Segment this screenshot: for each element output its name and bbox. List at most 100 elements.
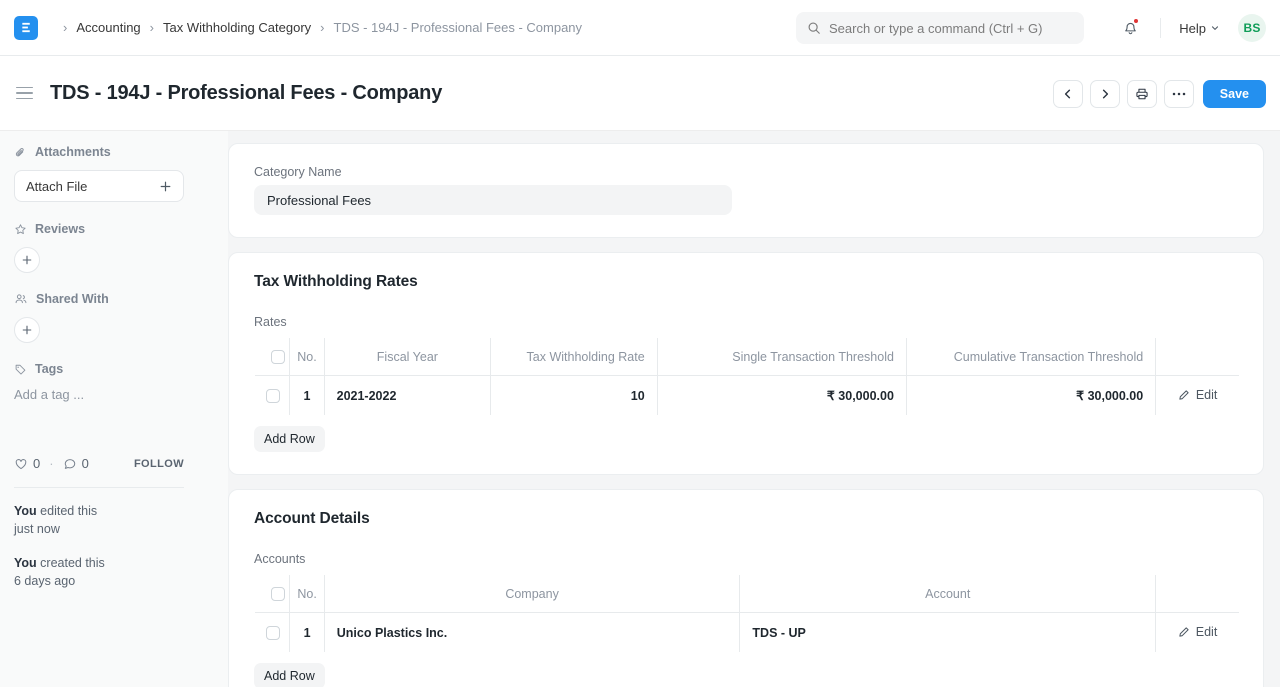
tax-withholding-rates-card: Tax Withholding Rates Rates No. Fiscal Y… [228,252,1264,475]
edit-row-button[interactable]: Edit [1178,624,1218,639]
social-bar: 0 · 0 FOLLOW [14,456,184,471]
cell-single-transaction-threshold[interactable]: ₹ 30,000.00 [657,375,907,415]
column-header-single-transaction-threshold: Single Transaction Threshold [657,338,907,376]
navbar-divider [1160,18,1162,38]
attachments-heading: Attachments [14,143,212,161]
table-row[interactable]: 1 Unico Plastics Inc. TDS - UP Edit [255,612,1239,653]
breadcrumb-item-accounting[interactable]: Accounting [76,20,140,35]
cell-tax-withholding-rate[interactable]: 10 [490,375,658,415]
breadcrumb: › Accounting › Tax Withholding Category … [54,20,582,35]
row-checkbox[interactable] [266,625,280,640]
tag-icon [14,363,27,376]
page-title: TDS - 194J - Professional Fees - Company [50,81,443,104]
edit-label: Edit [1195,624,1218,639]
help-menu-button[interactable]: Help [1175,17,1224,40]
row-select-cell [255,375,291,415]
next-document-button[interactable] [1089,79,1120,108]
select-all-checkbox[interactable] [270,349,285,364]
search-icon [807,21,821,35]
sidebar-section-tags: Tags Add a tag ... [14,360,212,402]
shared-with-heading: Shared With [14,290,212,308]
add-share-button[interactable] [14,317,40,343]
activity-time: 6 days ago [14,574,76,589]
add-row-button-accounts[interactable]: Add Row [254,663,325,687]
cell-edit-action: Edit [1156,376,1239,416]
add-review-button[interactable] [14,247,40,273]
select-all-checkbox[interactable] [270,586,285,601]
add-row-button-rates[interactable]: Add Row [254,426,325,452]
rates-section-title: Tax Withholding Rates [254,273,418,290]
activity-action: created this [36,556,105,571]
attach-file-label: Attach File [26,178,88,194]
edit-label: Edit [1195,387,1218,402]
comment-button[interactable]: 0 [63,456,89,471]
activity-action: edited this [36,504,98,518]
like-count: 0 [33,456,41,471]
print-button[interactable] [1126,79,1157,108]
heart-icon [14,457,28,471]
like-button[interactable]: 0 [14,456,40,471]
row-checkbox[interactable] [266,388,280,403]
help-label: Help [1179,20,1206,36]
category-name-label: Category Name [254,165,342,179]
follow-button[interactable]: FOLLOW [134,458,184,470]
rates-table: No. Fiscal Year Tax Withholding Rate Sin… [254,337,1240,416]
reviews-heading: Reviews [14,220,212,238]
navbar: › Accounting › Tax Withholding Category … [0,0,1280,56]
comment-icon [63,457,77,471]
cell-row-number: 1 [289,612,325,652]
more-options-button[interactable] [1163,79,1194,108]
select-all-cell [255,575,291,613]
row-select-cell [255,612,291,652]
avatar[interactable]: BS [1238,14,1266,42]
printer-icon [1135,87,1149,101]
account-details-card: Account Details Accounts No. Company Acc… [228,489,1264,687]
hamburger-menu-icon[interactable] [14,80,40,106]
accounts-table: No. Company Account 1 Unico Plastics Inc… [254,574,1240,653]
attachments-label: Attachments [35,145,111,159]
breadcrumb-separator: › [63,20,68,35]
notifications-button[interactable] [1114,12,1146,44]
column-header-company: Company [324,575,741,613]
page-actions: Save [1052,56,1266,131]
add-tag-input[interactable]: Add a tag ... [14,387,212,402]
table-row[interactable]: 1 2021-2022 10 ₹ 30,000.00 ₹ 30,000.00 E… [255,375,1239,416]
breadcrumb-item-current: TDS - 194J - Professional Fees - Company [333,20,583,35]
cell-edit-action: Edit [1156,613,1239,653]
plus-icon [21,324,33,336]
cell-account[interactable]: TDS - UP [739,612,1157,652]
search-box[interactable] [796,12,1084,44]
column-header-no: No. [289,338,325,376]
search-input[interactable] [829,20,1073,36]
edit-row-button[interactable]: Edit [1178,387,1218,402]
save-button[interactable]: Save [1202,79,1266,108]
breadcrumb-item-tax-withholding-category[interactable]: Tax Withholding Category [163,20,311,35]
activity-edited: You edited this just now [14,502,212,538]
column-header-account: Account [739,575,1157,613]
shared-with-label: Shared With [36,292,109,306]
social-separator: · [49,456,54,471]
attach-file-button[interactable]: Attach File [14,170,184,202]
erpnext-logo-icon[interactable] [14,15,38,40]
cell-fiscal-year[interactable]: 2021-2022 [324,375,492,415]
breadcrumb-separator: › [320,20,325,35]
cell-company[interactable]: Unico Plastics Inc. [324,612,741,652]
cell-cumulative-transaction-threshold[interactable]: ₹ 30,000.00 [906,375,1157,415]
table-header-row: No. Fiscal Year Tax Withholding Rate Sin… [255,338,1239,376]
account-section-title: Account Details [254,510,370,527]
chevron-left-icon [1062,88,1074,100]
breadcrumb-separator: › [149,20,155,35]
sidebar-section-attachments: Attachments Attach File [14,143,212,202]
chevron-down-icon [1210,23,1220,33]
column-header-cumulative-transaction-threshold: Cumulative Transaction Threshold [906,338,1157,376]
prev-document-button[interactable] [1052,79,1083,108]
ellipsis-icon [1172,91,1186,97]
search-container [796,12,1084,44]
pencil-icon [1178,389,1190,401]
column-header-no: No. [289,575,325,613]
main-content: Category Name Professional Fees Tax With… [228,131,1280,687]
category-name-input[interactable]: Professional Fees [254,185,732,215]
chevron-right-icon [1099,88,1111,100]
sidebar-divider [14,487,184,488]
sidebar-section-shared-with: Shared With [14,290,212,343]
